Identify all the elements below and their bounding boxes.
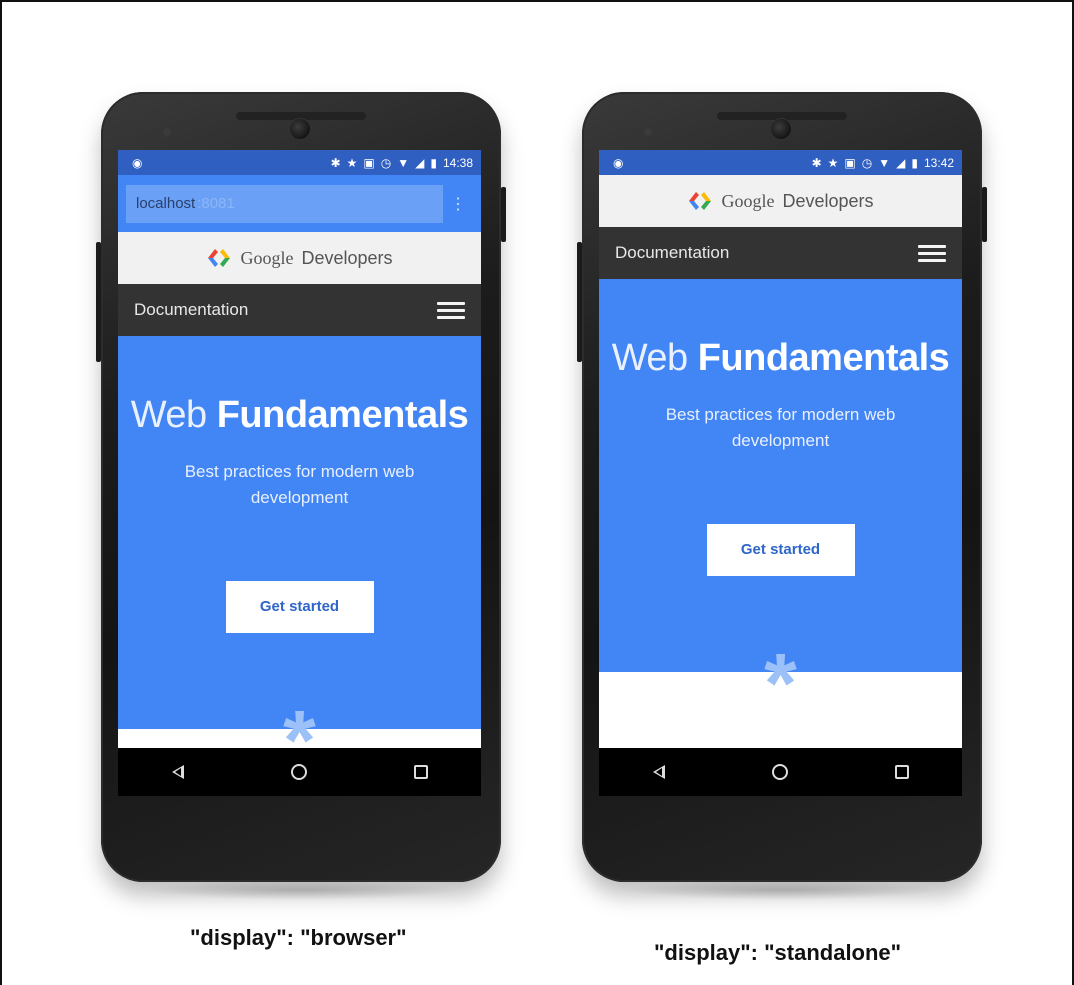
get-started-button[interactable]: Get started bbox=[225, 581, 374, 633]
brand-developers: Developers bbox=[782, 190, 874, 211]
google-developers-logo-icon bbox=[689, 192, 712, 210]
alarm-icon: ◷ bbox=[380, 155, 392, 170]
signal-icon: ◢ bbox=[415, 155, 425, 170]
hero-title-light: Web bbox=[611, 337, 688, 379]
google-developers-logo-icon bbox=[208, 249, 231, 267]
status-bar: ◉ ✱ ★ ▣ ◷ ▼ ◢ ▮ 13:42 bbox=[599, 150, 962, 175]
hero-title-bold: Fundamentals bbox=[697, 337, 950, 379]
front-camera bbox=[289, 118, 311, 140]
wifi-icon: ▼ bbox=[397, 155, 410, 170]
browser-url-bar: localhost :8081 ⋮ bbox=[118, 175, 481, 232]
documentation-nav-bar: Documentation bbox=[118, 284, 481, 336]
hero-title-bold: Fundamentals bbox=[216, 394, 469, 436]
get-started-button[interactable]: Get started bbox=[706, 524, 855, 576]
status-time: 13:42 bbox=[923, 155, 954, 170]
bluetooth-icon: ✱ bbox=[811, 155, 822, 170]
hero-section: Web Fundamentals Best practices for mode… bbox=[599, 279, 962, 725]
phone-screen: ◉ ✱ ★ ▣ ◷ ▼ ◢ ▮ 14:38 localhost :8081 ⋮ bbox=[118, 150, 481, 796]
caption-browser: "display": "browser" bbox=[190, 925, 407, 950]
recents-icon[interactable] bbox=[413, 765, 428, 779]
android-debug-icon: ◉ bbox=[613, 155, 624, 170]
url-port: :8081 bbox=[197, 195, 235, 212]
url-host: localhost bbox=[136, 195, 196, 212]
vibrate-icon: ▣ bbox=[844, 155, 856, 170]
power-button bbox=[982, 187, 987, 242]
bluetooth-icon: ✱ bbox=[330, 155, 341, 170]
star-icon: ★ bbox=[346, 155, 358, 170]
sensor-dot bbox=[644, 128, 652, 136]
alarm-icon: ◷ bbox=[861, 155, 873, 170]
brand-google: Google bbox=[240, 247, 294, 268]
hero-title: Web Fundamentals bbox=[599, 279, 962, 380]
status-bar: ◉ ✱ ★ ▣ ◷ ▼ ◢ ▮ 14:38 bbox=[118, 150, 481, 175]
google-developers-header[interactable]: Google Developers bbox=[118, 232, 481, 284]
asterisk-icon: * bbox=[283, 693, 316, 787]
status-time: 14:38 bbox=[442, 155, 473, 170]
brand-google: Google bbox=[721, 190, 775, 211]
hamburger-menu-icon[interactable] bbox=[437, 301, 465, 319]
back-icon[interactable] bbox=[652, 765, 665, 779]
home-icon[interactable] bbox=[771, 764, 788, 780]
battery-icon: ▮ bbox=[430, 155, 437, 170]
front-camera bbox=[770, 118, 792, 140]
caption-standalone: "display": "standalone" bbox=[654, 940, 902, 965]
brand-developers: Developers bbox=[301, 247, 393, 268]
asterisk-icon: * bbox=[764, 636, 797, 730]
back-icon[interactable] bbox=[171, 765, 184, 779]
phone-screen: ◉ ✱ ★ ▣ ◷ ▼ ◢ ▮ 13:42 Google Developers bbox=[599, 150, 962, 796]
volume-button bbox=[96, 242, 101, 362]
documentation-nav-bar: Documentation bbox=[599, 227, 962, 279]
star-icon: ★ bbox=[827, 155, 839, 170]
vibrate-icon: ▣ bbox=[363, 155, 375, 170]
signal-icon: ◢ bbox=[896, 155, 906, 170]
overflow-menu-icon[interactable]: ⋮ bbox=[443, 194, 473, 214]
phone-standalone-mode: ◉ ✱ ★ ▣ ◷ ▼ ◢ ▮ 13:42 Google Developers bbox=[577, 92, 987, 882]
wifi-icon: ▼ bbox=[878, 155, 891, 170]
sensor-dot bbox=[163, 128, 171, 136]
hero-title-light: Web bbox=[130, 394, 207, 436]
volume-button bbox=[577, 242, 582, 362]
documentation-label[interactable]: Documentation bbox=[615, 243, 729, 263]
android-debug-icon: ◉ bbox=[132, 155, 143, 170]
hamburger-menu-icon[interactable] bbox=[918, 244, 946, 262]
hero-section: Web Fundamentals Best practices for mode… bbox=[118, 336, 481, 782]
documentation-label[interactable]: Documentation bbox=[134, 300, 248, 320]
hero-title: Web Fundamentals bbox=[118, 336, 481, 437]
phone-browser-mode: ◉ ✱ ★ ▣ ◷ ▼ ◢ ▮ 14:38 localhost :8081 ⋮ bbox=[96, 92, 506, 882]
battery-icon: ▮ bbox=[911, 155, 918, 170]
recents-icon[interactable] bbox=[894, 765, 909, 779]
url-field[interactable]: localhost :8081 bbox=[126, 184, 443, 223]
hero-subtitle: Best practices for modern web developmen… bbox=[665, 405, 896, 450]
hero-subtitle: Best practices for modern web developmen… bbox=[184, 462, 415, 507]
android-nav-bar bbox=[599, 748, 962, 796]
power-button bbox=[501, 187, 506, 242]
google-developers-header[interactable]: Google Developers bbox=[599, 175, 962, 227]
